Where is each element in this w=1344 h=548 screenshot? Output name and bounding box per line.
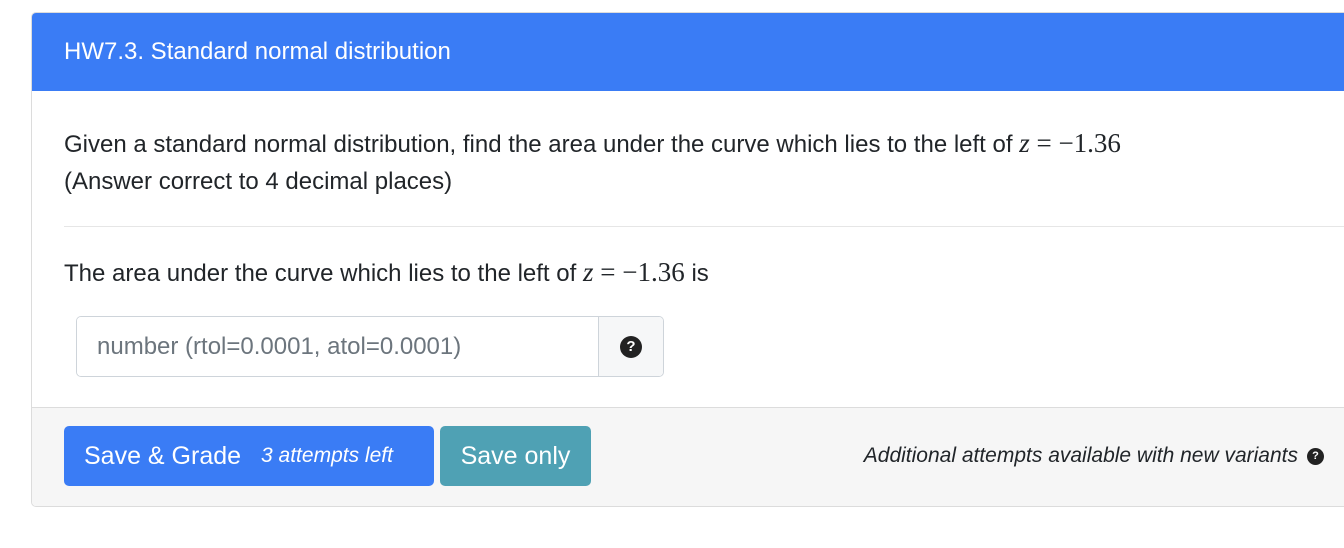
question-card: HW7.3. Standard normal distribution Give… <box>31 12 1344 507</box>
prompt-note: (Answer correct to 4 decimal places) <box>64 168 453 195</box>
math-equals: = <box>600 257 616 287</box>
answer-suffix: is <box>691 260 709 287</box>
math-equals: = <box>1036 128 1052 158</box>
answer-label: The area under the curve which lies to t… <box>64 256 709 290</box>
answer-input-group: ? <box>76 316 664 377</box>
prompt-math: z = −1.36 <box>1019 128 1121 158</box>
question-body: Given a standard normal distribution, fi… <box>32 91 1344 409</box>
note-text: Additional attempts available with new v… <box>863 444 1298 467</box>
math-z-value: −1.36 <box>622 257 685 287</box>
answer-input[interactable] <box>77 317 598 376</box>
math-z-variable: z <box>1019 128 1030 158</box>
save-button-label: Save only <box>460 441 571 470</box>
answer-prefix: The area under the curve which lies to t… <box>64 260 577 287</box>
save-and-grade-button[interactable]: Save & Grade 3 attempts left <box>64 426 434 486</box>
answer-math: z = −1.36 <box>583 257 691 287</box>
attempts-left-label: 3 attempts left <box>261 444 393 467</box>
question-header: HW7.3. Standard normal distribution <box>32 13 1344 91</box>
question-circle-icon: ? <box>620 335 642 358</box>
math-z-variable: z <box>582 257 594 287</box>
additional-attempts-note: Additional attempts available with new v… <box>864 444 1324 468</box>
divider <box>64 226 1344 227</box>
math-z-value: −1.36 <box>1058 128 1121 158</box>
question-footer: Save & Grade 3 attempts left Save only A… <box>32 407 1344 506</box>
question-prompt: Given a standard normal distribution, fi… <box>64 127 1121 161</box>
question-title: HW7.3. Standard normal distribution <box>64 38 451 65</box>
prompt-text: Given a standard normal distribution, fi… <box>64 131 1013 158</box>
answer-help-button[interactable]: ? <box>598 317 663 376</box>
grade-button-label: Save & Grade <box>84 441 242 470</box>
save-only-button[interactable]: Save only <box>440 426 591 486</box>
question-circle-icon[interactable]: ? <box>1307 447 1324 465</box>
